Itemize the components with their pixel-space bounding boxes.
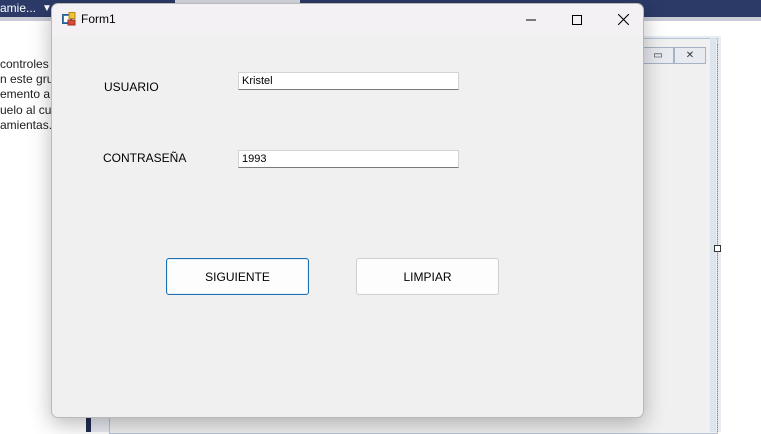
usuario-label: USUARIO — [104, 80, 159, 94]
hint-line: emento a — [0, 87, 51, 102]
ide-tab[interactable]: amie... — [0, 0, 42, 17]
restore-icon[interactable]: ▭ — [642, 47, 674, 64]
siguiente-button[interactable]: SIGUIENTE — [166, 258, 309, 295]
resize-grip[interactable] — [714, 245, 721, 252]
ide-toolbox-hint: controles n este gru emento a uelo al cu… — [0, 57, 53, 133]
close-button[interactable] — [600, 4, 646, 35]
form-app-icon — [62, 12, 76, 26]
close-icon[interactable]: ✕ — [674, 47, 706, 64]
maximize-button[interactable] — [554, 4, 600, 35]
minimize-icon — [526, 19, 536, 20]
designer-frame-edge — [710, 38, 716, 432]
password-label: CONTRASEÑA — [103, 151, 187, 165]
window-title: Form1 — [81, 12, 116, 26]
hint-line: controles — [0, 57, 49, 71]
minimize-button[interactable] — [508, 4, 554, 35]
selection-outline — [717, 44, 718, 432]
password-input[interactable] — [238, 150, 459, 168]
form1-window: Form1 USUARIO CONTRASEÑA SIGUIENTE LIMPI… — [51, 3, 644, 418]
close-icon — [617, 14, 629, 25]
maximize-icon — [572, 14, 582, 25]
hint-line: uelo al cu — [0, 102, 52, 117]
limpiar-button[interactable]: LIMPIAR — [356, 258, 499, 295]
usuario-input[interactable] — [238, 72, 459, 90]
hint-line: n este gru — [0, 72, 54, 87]
title-bar[interactable]: Form1 — [52, 4, 643, 35]
hint-line: amientas. — [0, 117, 53, 132]
